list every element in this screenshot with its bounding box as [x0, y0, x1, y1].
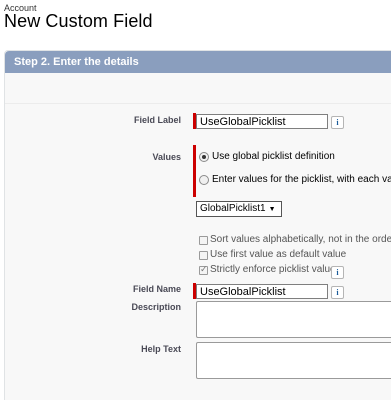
use-global-radio-label[interactable]: Use global picklist definition [212, 151, 335, 162]
field-label-input[interactable] [196, 114, 328, 129]
help-text-textarea[interactable] [196, 342, 391, 379]
enter-values-radio-label[interactable]: Enter values for the picklist, with each… [212, 174, 391, 185]
field-label-info-icon[interactable]: i [331, 116, 344, 129]
field-name-label: Field Name [132, 284, 181, 294]
field-name-input[interactable] [196, 284, 328, 299]
first-default-checkbox[interactable] [199, 251, 208, 260]
enter-values-radio[interactable] [199, 175, 209, 185]
description-textarea[interactable] [196, 301, 391, 338]
global-picklist-select[interactable]: GlobalPicklist1 ▼ [196, 201, 282, 217]
description-label: Description [131, 302, 181, 312]
field-name-info-icon[interactable]: i [331, 286, 344, 299]
required-indicator [193, 145, 196, 197]
sort-alpha-checkbox[interactable] [199, 236, 208, 245]
help-text-label: Help Text [141, 344, 181, 354]
sort-alpha-label: Sort values alphabetically, not in the o… [210, 234, 391, 245]
field-label-label: Field Label [133, 115, 181, 125]
section-divider [5, 103, 391, 104]
first-default-label: Use first value as default value [210, 249, 347, 260]
step-header: Step 2. Enter the details [5, 51, 391, 73]
strict-label: Strictly enforce picklist values [210, 264, 341, 275]
global-picklist-value: GlobalPicklist1 [200, 203, 266, 214]
step-title: Step 2. Enter the details [14, 56, 139, 68]
values-label: Values [152, 152, 181, 162]
chevron-down-icon: ▼ [268, 206, 276, 213]
page-title: New Custom Field [4, 11, 153, 31]
strict-info-icon[interactable]: i [331, 266, 344, 279]
strict-checkbox[interactable] [199, 264, 208, 275]
use-global-radio[interactable] [199, 152, 209, 162]
